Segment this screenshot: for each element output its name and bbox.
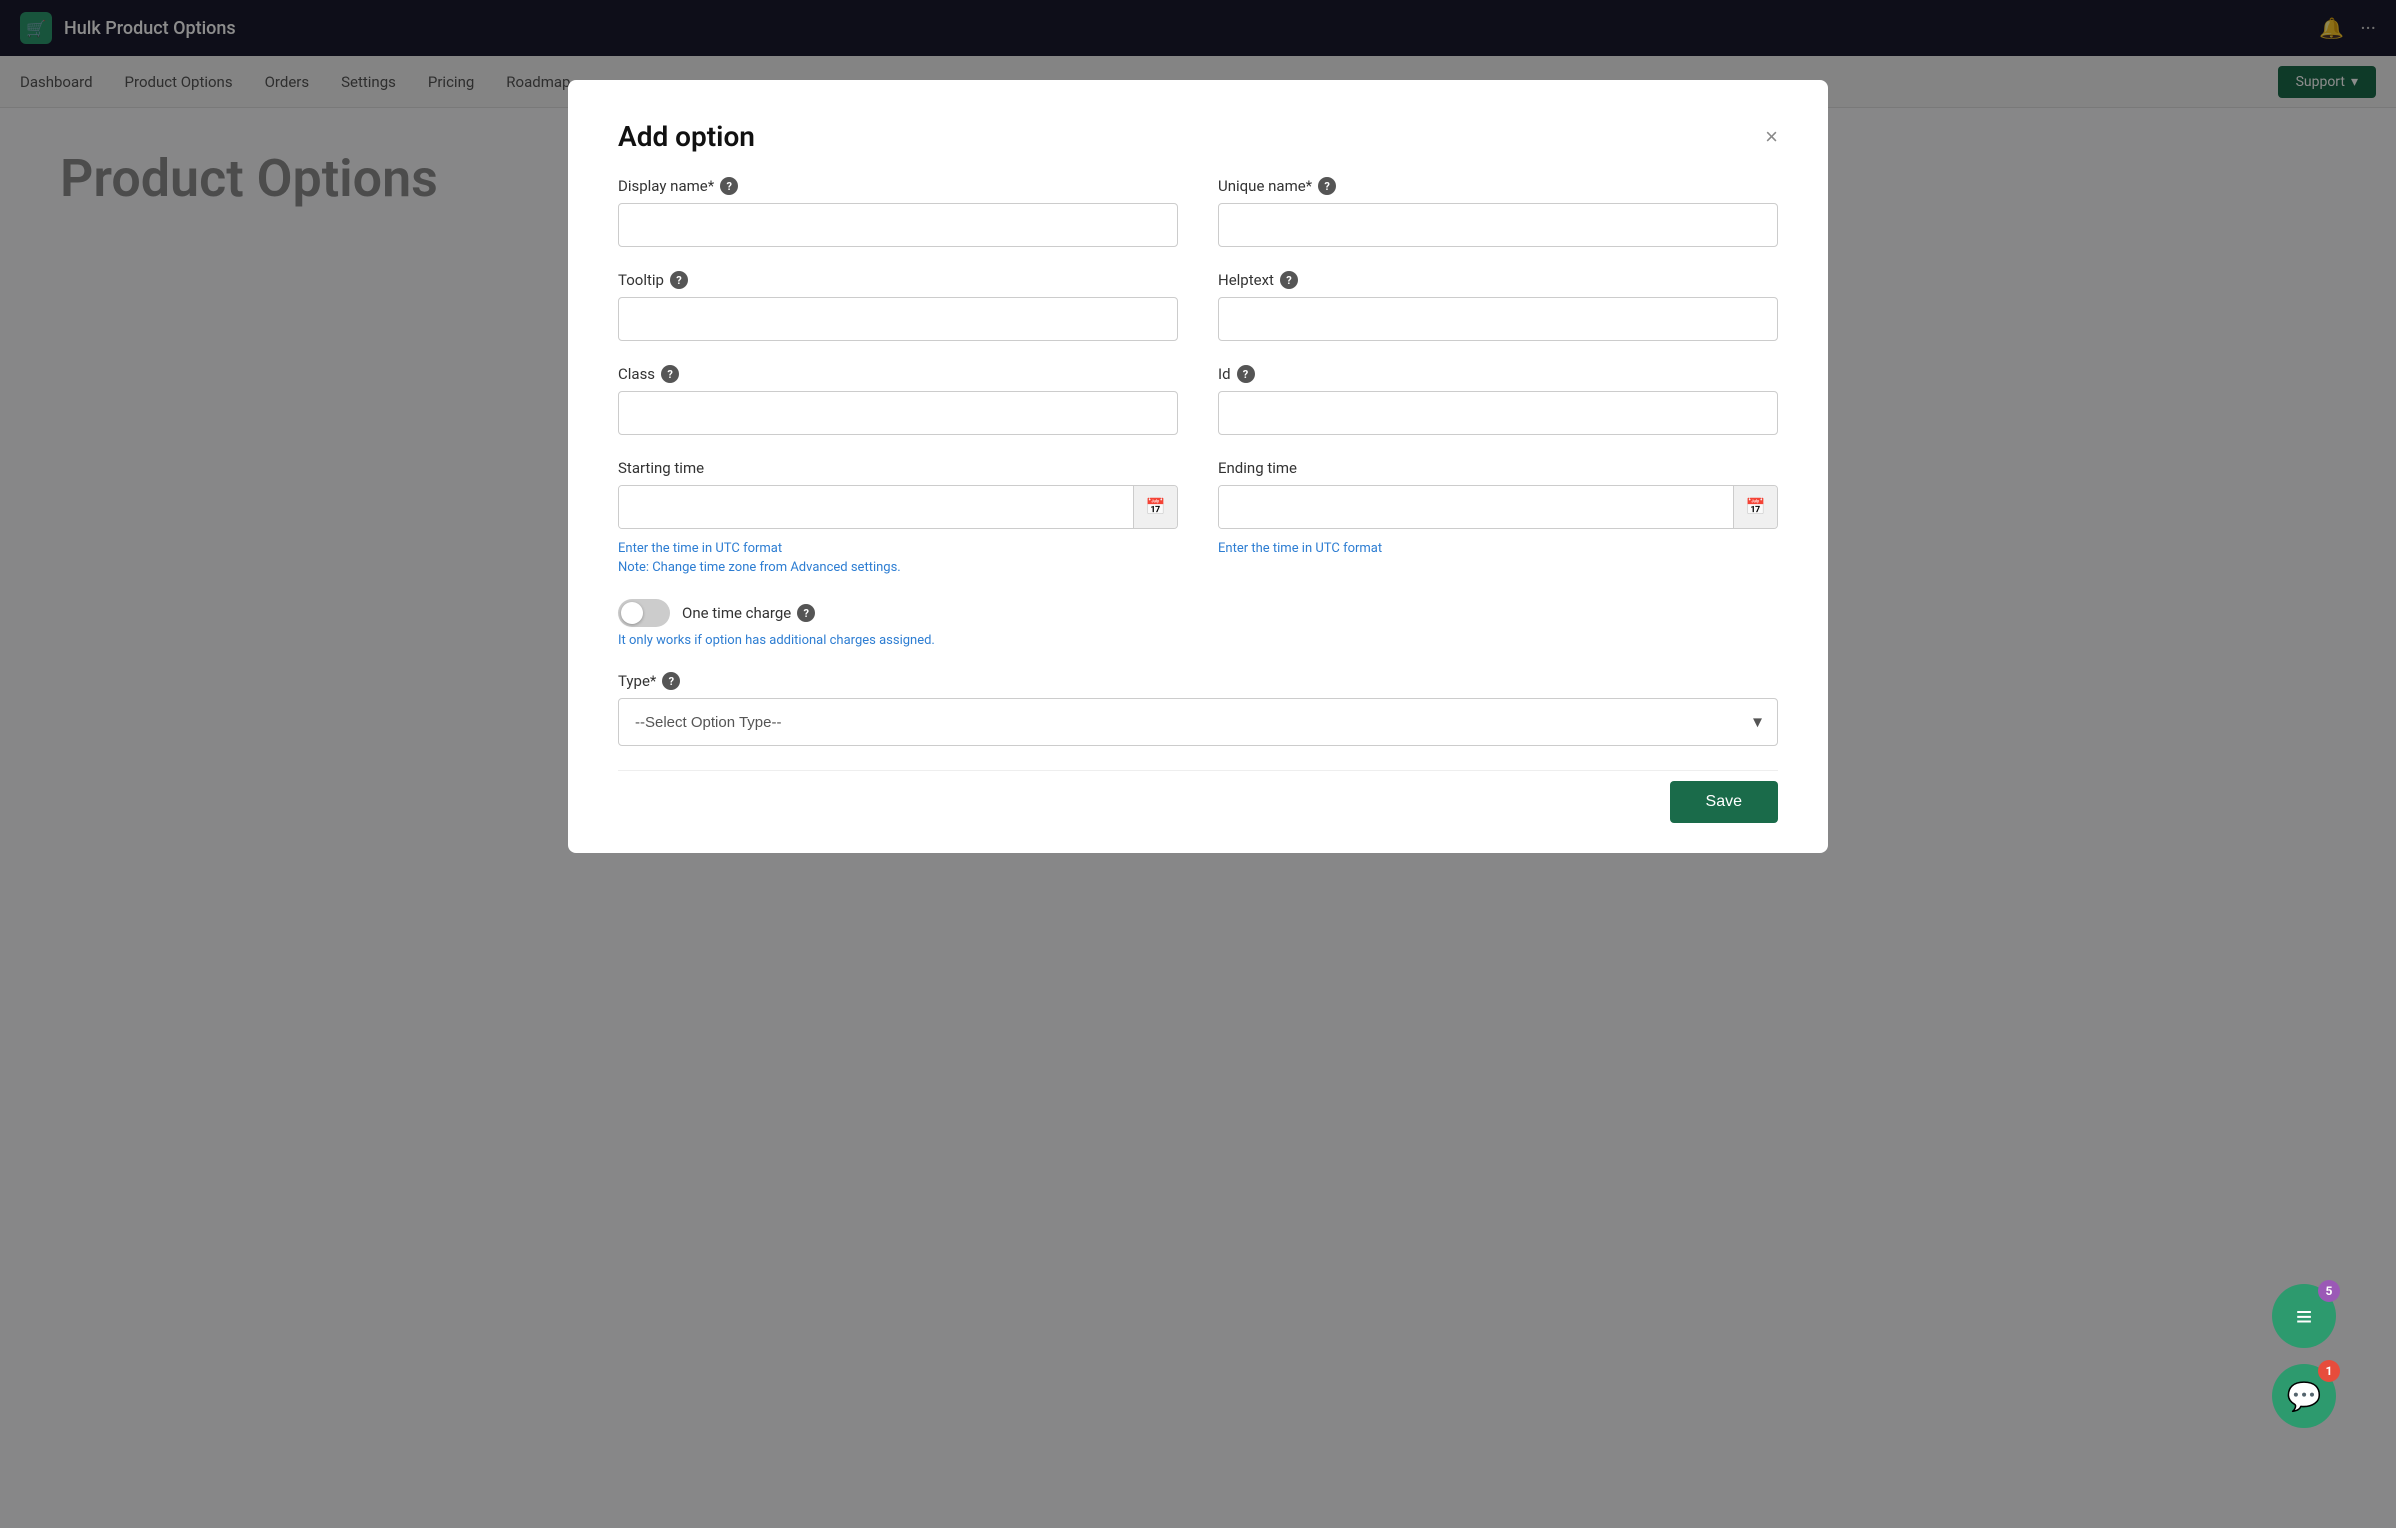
- unique-name-group: Unique name* ?: [1218, 177, 1778, 247]
- id-group: Id ?: [1218, 365, 1778, 435]
- class-group: Class ?: [618, 365, 1178, 435]
- modal-overlay: Add option × Display name* ? Unique name…: [0, 0, 2396, 1528]
- ending-time-input[interactable]: [1219, 486, 1733, 528]
- tooltip-label: Tooltip ?: [618, 271, 1178, 289]
- starting-time-group: Starting time 📅 Enter the time in UTC fo…: [618, 459, 1178, 575]
- chat-widget-2[interactable]: 💬 1: [2272, 1364, 2336, 1428]
- ending-time-wrapper: 📅: [1218, 485, 1778, 529]
- one-time-charge-help-icon[interactable]: ?: [797, 604, 815, 622]
- one-time-charge-helper: It only works if option has additional c…: [618, 633, 1778, 648]
- id-help-icon[interactable]: ?: [1237, 365, 1255, 383]
- starting-time-hint: Enter the time in UTC format: [618, 541, 1178, 556]
- starting-time-input[interactable]: [619, 486, 1133, 528]
- modal-footer: Save: [618, 770, 1778, 823]
- ending-time-hint: Enter the time in UTC format: [1218, 541, 1778, 556]
- helptext-group: Helptext ?: [1218, 271, 1778, 341]
- toggle-row: One time charge ?: [618, 599, 1778, 627]
- modal-header: Add option ×: [618, 120, 1778, 153]
- ending-time-label: Ending time: [1218, 459, 1778, 477]
- ending-time-group: Ending time 📅 Enter the time in UTC form…: [1218, 459, 1778, 575]
- form-grid: Display name* ? Unique name* ? Tooltip ?: [618, 177, 1778, 575]
- id-input[interactable]: [1218, 391, 1778, 435]
- starting-time-calendar-btn[interactable]: 📅: [1133, 486, 1177, 528]
- type-label: Type* ?: [618, 672, 1778, 690]
- class-input[interactable]: [618, 391, 1178, 435]
- unique-name-help-icon[interactable]: ?: [1318, 177, 1336, 195]
- unique-name-input[interactable]: [1218, 203, 1778, 247]
- id-label: Id ?: [1218, 365, 1778, 383]
- display-name-input[interactable]: [618, 203, 1178, 247]
- add-option-modal: Add option × Display name* ? Unique name…: [568, 80, 1828, 853]
- chat-widget-1[interactable]: ≡ 5: [2272, 1284, 2336, 1348]
- display-name-help-icon[interactable]: ?: [720, 177, 738, 195]
- save-button[interactable]: Save: [1670, 781, 1778, 823]
- chat-widget-1-icon: ≡: [2296, 1300, 2312, 1333]
- class-label: Class ?: [618, 365, 1178, 383]
- chat-widget-2-icon: 💬: [2287, 1380, 2322, 1413]
- close-button[interactable]: ×: [1765, 126, 1778, 148]
- one-time-charge-label: One time charge ?: [682, 604, 815, 622]
- chat-badge-1: 5: [2318, 1280, 2340, 1302]
- display-name-group: Display name* ?: [618, 177, 1178, 247]
- tooltip-help-icon[interactable]: ?: [670, 271, 688, 289]
- unique-name-label: Unique name* ?: [1218, 177, 1778, 195]
- starting-time-wrapper: 📅: [618, 485, 1178, 529]
- ending-time-hints: Enter the time in UTC format: [1218, 537, 1778, 556]
- class-help-icon[interactable]: ?: [661, 365, 679, 383]
- toggle-knob: [621, 602, 643, 624]
- helptext-label: Helptext ?: [1218, 271, 1778, 289]
- calendar-icon-2: 📅: [1746, 497, 1766, 517]
- one-time-charge-section: One time charge ? It only works if optio…: [618, 599, 1778, 648]
- chat-badge-2: 1: [2318, 1360, 2340, 1382]
- helptext-help-icon[interactable]: ?: [1280, 271, 1298, 289]
- type-select[interactable]: --Select Option Type-- Text Number Check…: [618, 698, 1778, 746]
- type-select-wrapper: --Select Option Type-- Text Number Check…: [618, 698, 1778, 746]
- ending-time-calendar-btn[interactable]: 📅: [1733, 486, 1777, 528]
- starting-time-note: Note: Change time zone from Advanced set…: [618, 560, 1178, 575]
- starting-time-label: Starting time: [618, 459, 1178, 477]
- starting-time-hints: Enter the time in UTC format Note: Chang…: [618, 537, 1178, 575]
- modal-title: Add option: [618, 120, 755, 153]
- type-help-icon[interactable]: ?: [662, 672, 680, 690]
- display-name-label: Display name* ?: [618, 177, 1178, 195]
- one-time-charge-toggle[interactable]: [618, 599, 670, 627]
- tooltip-input[interactable]: [618, 297, 1178, 341]
- helptext-input[interactable]: [1218, 297, 1778, 341]
- tooltip-group: Tooltip ?: [618, 271, 1178, 341]
- type-section: Type* ? --Select Option Type-- Text Numb…: [618, 672, 1778, 746]
- calendar-icon: 📅: [1146, 497, 1166, 517]
